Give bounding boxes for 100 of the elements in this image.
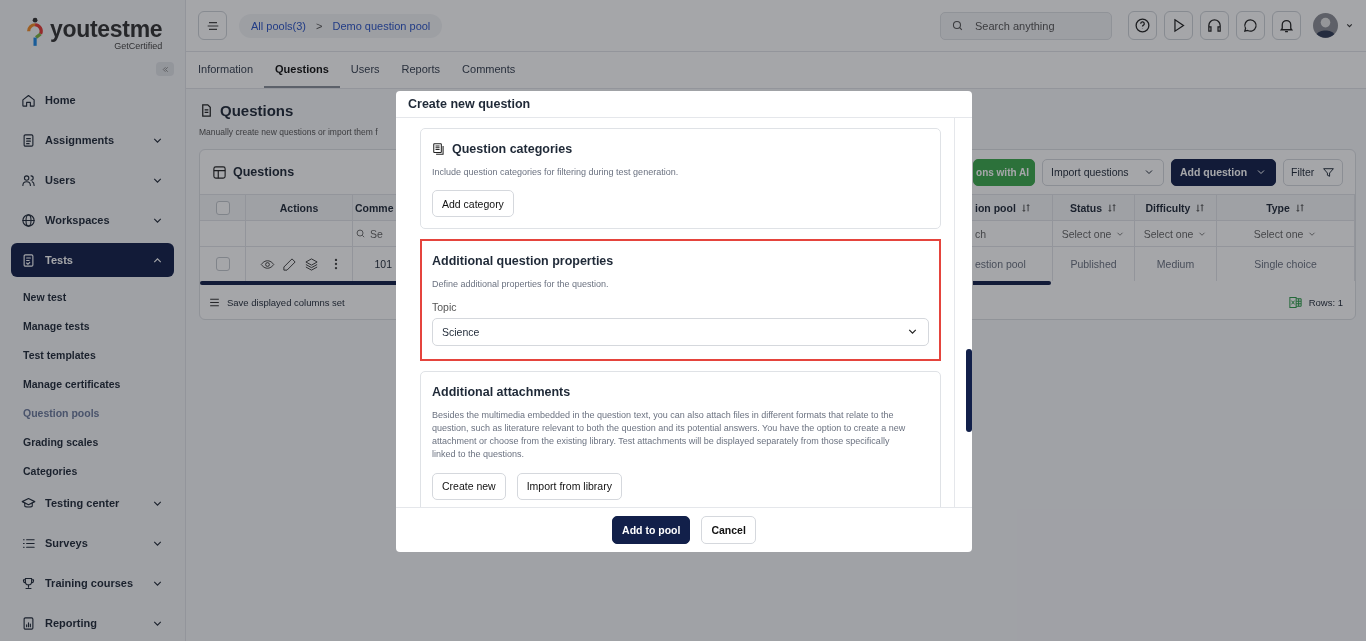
section-button[interactable]: Create new [432,472,506,500]
sidebar-subitem[interactable]: Test templates [11,341,174,370]
tab[interactable]: Comments [451,52,527,88]
page-title: Questions [220,101,294,119]
section-title: Additional question properties [432,254,614,269]
search-icon [355,228,366,239]
table-cell: estion pool [975,258,1026,270]
section-title: Question categories [452,142,573,156]
headset-button[interactable] [1200,11,1229,40]
table-cell: Medium [1156,258,1195,270]
double-chevron-icon [160,64,170,74]
sidebar-item[interactable]: Testing center [11,486,174,520]
filter-icon [1322,165,1335,179]
help-button[interactable] [1128,11,1157,40]
sidebar-subitem[interactable]: New test [11,283,174,312]
report-icon [21,615,36,631]
sidebar-item[interactable]: Training courses [11,566,174,600]
breadcrumb-link[interactable]: All pools(3) [251,19,307,32]
filter-search-field[interactable]: Se [355,227,383,240]
filter-dropdown[interactable]: Select one [1253,227,1318,240]
sidebar-item[interactable]: Reporting [11,606,174,640]
row-checkbox[interactable] [215,257,230,271]
globe-icon [21,212,36,228]
sidebar-subitem[interactable]: Manage tests [11,312,174,341]
table-cell: Single choice [1254,258,1317,270]
section-description: Define additional properties for the question. [432,278,610,292]
dialog-button[interactable]: Cancel [701,516,756,544]
edit-icon[interactable] [282,256,297,272]
home-icon [21,92,36,108]
horizontal-scrollbar[interactable] [973,281,1051,285]
sort-icon [1294,202,1305,213]
column-header[interactable]: ion pool [973,195,1053,220]
cap-icon [21,495,36,511]
select-all-checkbox[interactable] [215,200,230,215]
section-description: Besides the multimedia embedded in the question text, you can also attach files in different formats that relate to the question, such as literature relevant to both the question and its potential answers. You have the option to create a new attachment or choose from the existing library. Test attachments will be displayed separately from those specifically linked to the questions. [432,408,907,462]
tab[interactable]: Reports [390,52,452,88]
dialog-button[interactable]: Add to pool [612,516,691,544]
save-columns-link[interactable]: Save displayed columns set [227,296,345,308]
help-icon [1134,17,1151,34]
sidebar-item[interactable]: Users [11,163,174,197]
sort-icon [1195,202,1206,213]
horizontal-scrollbar[interactable] [200,281,397,285]
spreadsheet-icon[interactable] [1287,294,1303,310]
sidebar-item[interactable]: Workspaces [11,203,174,237]
categories-icon [432,142,446,156]
table-cell: 101 [374,258,392,270]
column-header[interactable]: Status [1053,195,1135,220]
chat-icon [1242,17,1259,34]
sidebar-item[interactable]: Assignments [11,123,174,157]
sort-icon [1107,202,1118,213]
document-icon [199,102,214,118]
filter-search-field[interactable]: ch [975,227,987,240]
tab[interactable]: Users [339,52,391,88]
tab[interactable]: Information [187,52,265,88]
users-icon [21,172,36,188]
page-description: Manually create new questions or import them f [199,127,379,137]
toolbar-button[interactable]: Add question [1171,158,1276,186]
scrollbar-thumb[interactable] [966,349,972,432]
tests-icon [21,252,36,268]
chat-button[interactable] [1236,11,1265,40]
play-button[interactable] [1164,11,1193,40]
section-title: Additional attachments [432,384,571,399]
sidebar-item[interactable]: Surveys [11,526,174,560]
search-field[interactable]: Search anything [940,11,1112,40]
section-button[interactable]: Add category [432,190,514,218]
sidebar-subitem[interactable]: Manage certificates [11,370,174,399]
tab[interactable]: Questions [264,52,340,88]
toolbar-button[interactable]: Filter [1283,158,1343,186]
caret-icon[interactable] [1345,21,1354,30]
sidebar-subitem[interactable]: Grading scales [11,428,174,457]
breadcrumb-link[interactable]: Demo question pool [332,19,431,32]
avatar-icon[interactable] [1313,13,1338,38]
column-header[interactable]: Actions [246,195,353,220]
sort-icon [1020,202,1031,213]
column-header[interactable]: Difficulty [1135,195,1217,220]
more-icon[interactable] [334,257,338,271]
headset-icon [1206,17,1223,34]
sidebar-item[interactable]: Tests [11,243,174,277]
section-button[interactable]: Import from library [516,472,622,500]
breadcrumb-separator: > [316,19,323,32]
column-header[interactable]: Type [1217,195,1355,220]
trophy-icon [21,575,36,591]
filter-dropdown[interactable]: Select one [1143,227,1208,240]
logo-name: youtestme [50,17,163,41]
field-label: Topic [432,300,458,313]
dialog-title: Create new question [408,97,531,111]
sidebar-item[interactable]: Home [11,83,174,117]
doc-icon [21,132,36,148]
layers-icon[interactable] [304,256,319,272]
section-description: Include question categories for filtering during test generation. [432,166,680,179]
notifications-button[interactable] [1272,11,1301,40]
filter-dropdown[interactable]: Select one [1061,227,1126,240]
table-icon [212,164,227,180]
search-icon [951,18,964,32]
card-title: Questions [233,165,295,179]
bell-icon [1278,17,1295,34]
topic-select[interactable]: Science [432,317,929,346]
rows-count: Rows: 1 [1308,296,1343,308]
sidebar-subitem[interactable]: Categories [11,457,174,486]
toolbar-button[interactable]: Import questions [1042,158,1164,186]
